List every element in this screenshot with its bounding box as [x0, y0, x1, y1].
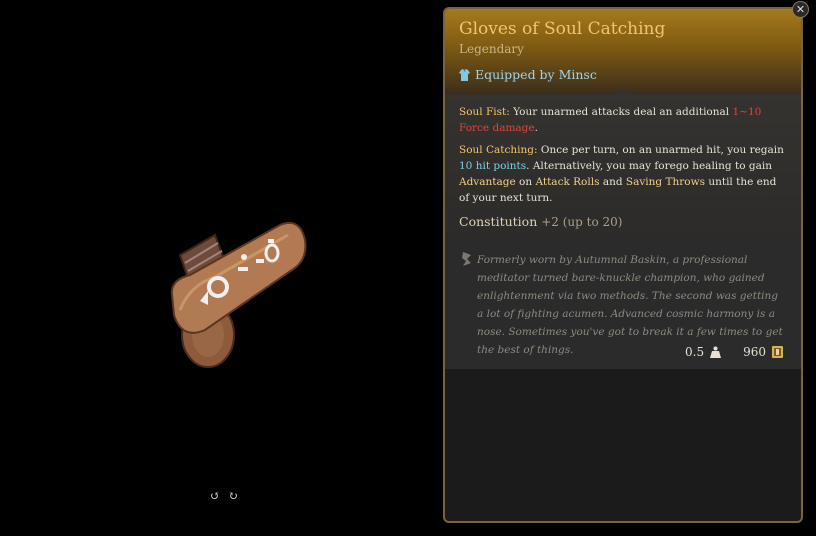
equipped-label: Equipped by Minsc [475, 67, 597, 82]
flavor-text: Formerly worn by Autumnal Baskin, a prof… [477, 254, 783, 356]
ability-text: on [519, 176, 533, 188]
saving-throws-keyword: Saving Throws [625, 176, 705, 188]
stat-bonus-label: Constitution [459, 214, 538, 229]
ability-text: and [602, 176, 623, 188]
shirt-icon [459, 68, 470, 81]
abilities-section: Soul Fist: Your unarmed attacks deal an … [445, 88, 801, 245]
gold-value: 960 [743, 345, 766, 359]
ability-text: . [534, 122, 538, 134]
gold-coin-icon [772, 346, 783, 358]
ability-title: Soul Catching: [459, 144, 538, 156]
ability-title: Soul Fist: [459, 106, 510, 118]
item-tooltip-panel: Gloves of Soul Catching Legendary Equipp… [443, 7, 803, 523]
advantage-keyword: Advantage [459, 176, 516, 188]
attack-rolls-keyword: Attack Rolls [535, 176, 600, 188]
divider-notch [617, 88, 629, 94]
close-icon: ✕ [795, 3, 806, 16]
item-rarity: Legendary [459, 42, 524, 56]
ability-text: . Alternatively, you may forego healing … [526, 160, 772, 172]
ability-text: Your unarmed attacks deal an additional [513, 106, 730, 118]
stat-bonus-value: +2 (up to 20) [541, 215, 623, 229]
rotate-controls: ↺ ↻ [210, 490, 240, 502]
ability-soul-catching: Soul Catching: Once per turn, on an unar… [459, 142, 787, 206]
item-preview[interactable]: ↺ ↻ [0, 0, 440, 536]
heal-value: 10 hit points [459, 160, 527, 172]
rotate-right-icon[interactable]: ↻ [228, 490, 240, 502]
close-button[interactable]: ✕ [792, 1, 809, 18]
weight-value: 0.5 [685, 345, 705, 359]
weight-icon [710, 346, 722, 358]
item-stats: 0.5 960 [445, 345, 801, 359]
tooltip-header: Gloves of Soul Catching Legendary Equipp… [445, 9, 801, 94]
ability-soul-fist: Soul Fist: Your unarmed attacks deal an … [459, 104, 787, 136]
item-name: Gloves of Soul Catching [459, 19, 666, 39]
ability-text: Once per turn, on an unarmed hit, you re… [540, 144, 784, 156]
rotate-left-icon[interactable]: ↺ [210, 490, 222, 502]
gloves-model-image[interactable] [160, 215, 320, 385]
equipped-status: Equipped by Minsc [459, 67, 597, 82]
stat-bonus: Constitution +2 (up to 20) [459, 214, 787, 229]
quill-icon [462, 252, 471, 266]
